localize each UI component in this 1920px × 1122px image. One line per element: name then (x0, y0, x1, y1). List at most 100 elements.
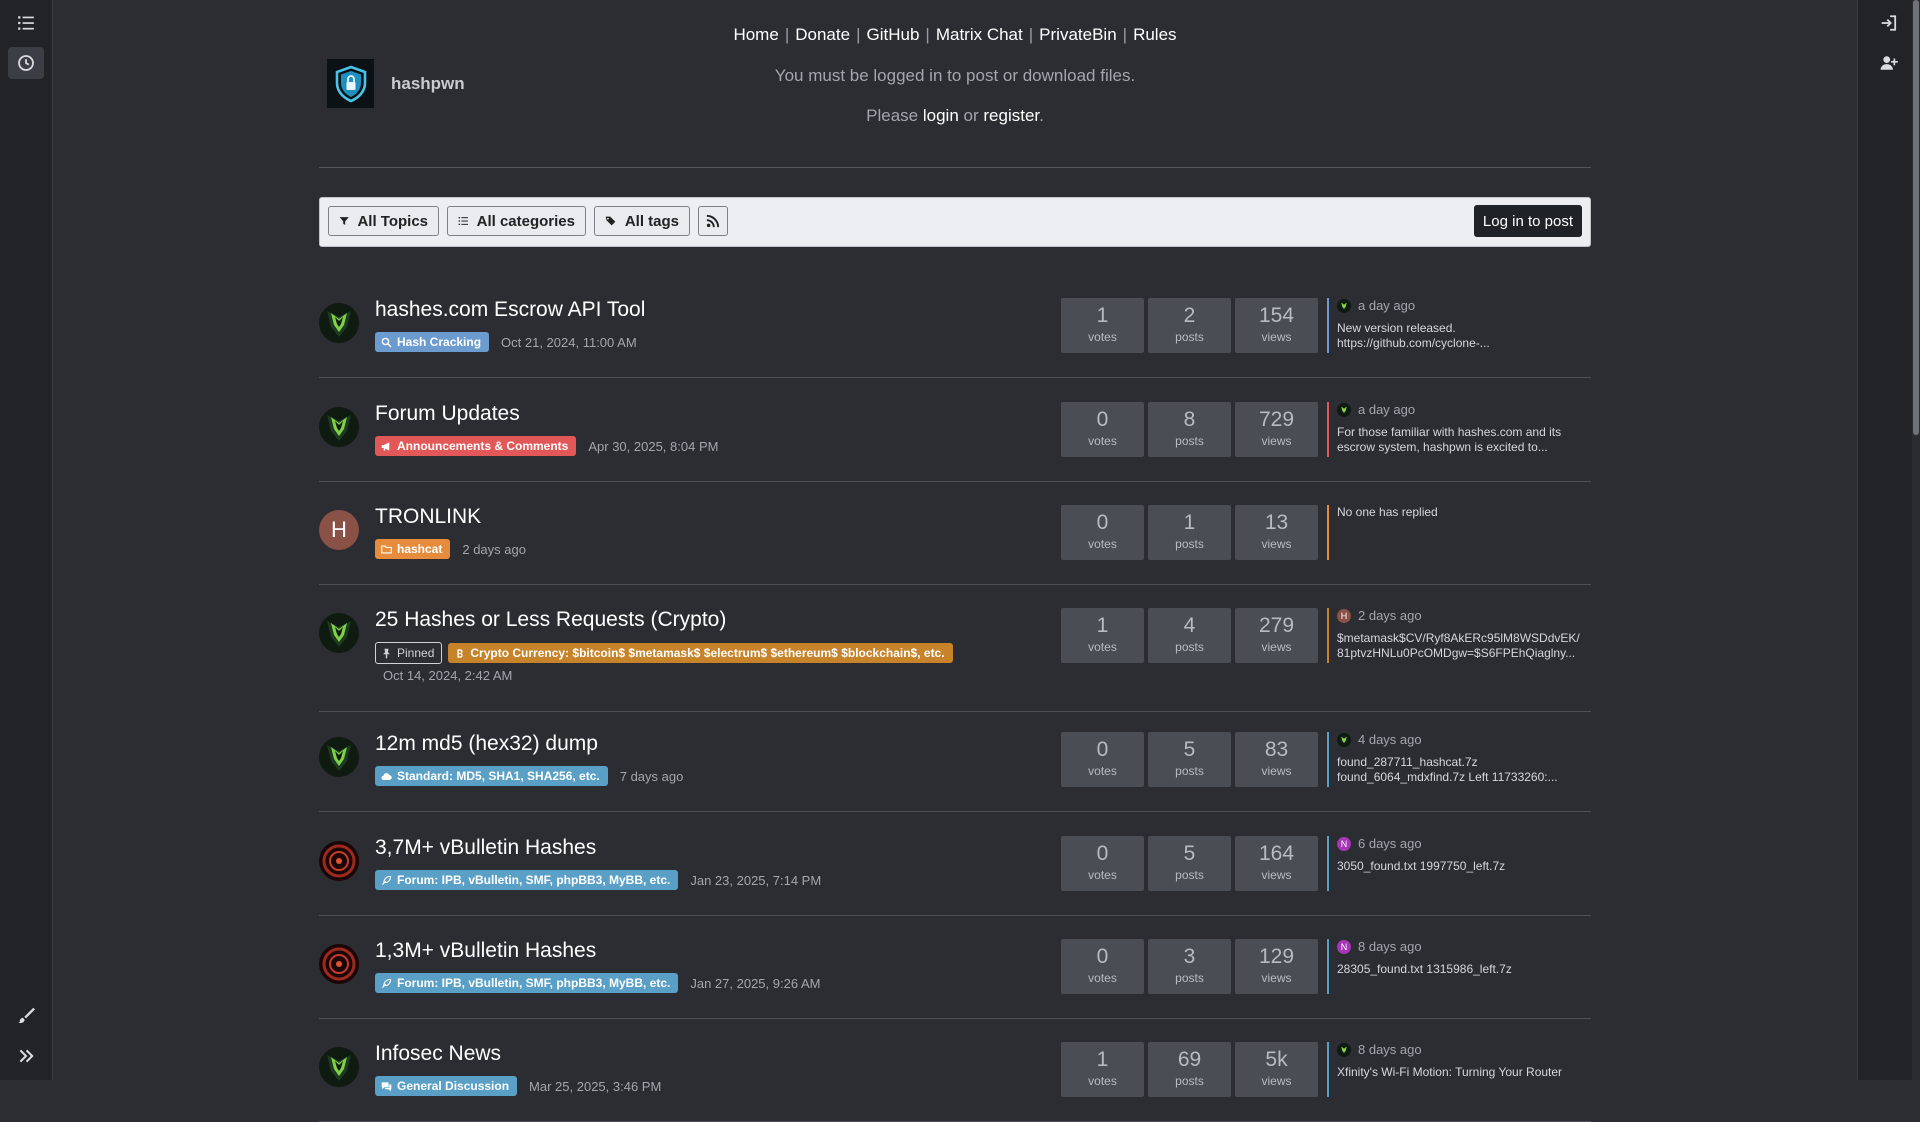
topic-row[interactable]: Forum Updates Announcements & Comments Apr… (319, 402, 1591, 482)
reply-avatar: H (1337, 608, 1351, 623)
nav-github[interactable]: GitHub (860, 25, 925, 44)
reply-preview: 28305_found.txt 1315986_left.7z (1337, 962, 1512, 976)
votes-label: votes (1088, 971, 1117, 985)
reply-time: a day ago (1358, 298, 1416, 313)
topic-title[interactable]: 12m md5 (hex32) dump (375, 732, 598, 756)
views-stat: 5k views (1235, 1042, 1318, 1097)
category-badge[interactable]: Standard: MD5, SHA1, SHA256, etc. (375, 766, 608, 786)
recent-reply[interactable]: 4 days ago found_287711_hashcat.7z found_… (1327, 732, 1592, 787)
nav-rules[interactable]: Rules (1127, 25, 1182, 44)
views-count: 729 (1258, 408, 1295, 431)
header-divider (319, 167, 1591, 168)
cloud-icon (381, 771, 397, 782)
topic-row[interactable]: hashes.com Escrow API Tool Hash Cracking O… (319, 298, 1591, 378)
author-avatar[interactable] (319, 613, 359, 653)
topic-row[interactable]: H TRONLINK hashcat 2 days ago 0 votes 1 posts 13… (319, 505, 1591, 585)
expand-chevrons-icon[interactable] (8, 1040, 44, 1072)
nav-privatebin[interactable]: PrivateBin (1033, 25, 1122, 44)
recent-reply[interactable]: 8 days ago Xfinity's Wi-Fi Motion: Turnin… (1327, 1042, 1592, 1097)
nav-donate[interactable]: Donate (789, 25, 856, 44)
votes-stat: 1 votes (1061, 1042, 1144, 1097)
author-avatar[interactable] (319, 841, 359, 881)
topic-title[interactable]: TRONLINK (375, 505, 481, 529)
votes-label: votes (1088, 764, 1117, 778)
votes-count: 1 (1096, 304, 1109, 327)
topic-title[interactable]: 3,7M+ vBulletin Hashes (375, 836, 596, 860)
votes-label: votes (1088, 434, 1117, 448)
recent-reply[interactable]: a day ago For those familiar with hashes.… (1327, 402, 1592, 457)
row-divider (319, 915, 1591, 916)
topic-title[interactable]: 25 Hashes or Less Requests (Crypto) (375, 608, 726, 632)
topic-row[interactable]: 3,7M+ vBulletin Hashes Forum: IPB, vBulle… (319, 836, 1591, 916)
log-in-to-post-button[interactable]: Log in to post (1473, 205, 1582, 237)
author-avatar[interactable] (319, 303, 359, 343)
topic-date: 7 days ago (619, 768, 684, 784)
posts-stat: 5 posts (1148, 732, 1231, 787)
topic-title[interactable]: Infosec News (375, 1042, 501, 1066)
reply-avatar: N (1337, 836, 1351, 851)
topic-meta: Pinned Crypto Currency: $bitcoin$ $metama… (375, 642, 965, 664)
all-categories-button[interactable]: All categories (447, 206, 586, 236)
recent-reply[interactable]: N 8 days ago 28305_found.txt 1315986_left.… (1327, 939, 1592, 994)
posts-stat: 1 posts (1148, 505, 1231, 560)
recent-reply[interactable]: N 6 days ago 3050_found.txt 1997750_left.7… (1327, 836, 1592, 891)
posts-label: posts (1175, 1074, 1204, 1088)
reply-avatar (1337, 298, 1351, 313)
topic-row[interactable]: 25 Hashes or Less Requests (Crypto) Pinne… (319, 608, 1591, 712)
scrollbar-track[interactable] (1912, 0, 1920, 1080)
recent-reply[interactable]: a day ago New version released. https://g… (1327, 298, 1592, 353)
row-divider (319, 481, 1591, 482)
reply-preview: New version released. https://github.com… (1337, 321, 1490, 350)
views-label: views (1261, 1074, 1292, 1088)
topics-list-icon[interactable] (8, 7, 44, 39)
topic-title[interactable]: Forum Updates (375, 402, 520, 426)
category-badge[interactable]: Announcements & Comments (375, 436, 577, 456)
author-avatar[interactable] (319, 737, 359, 777)
login-icon[interactable] (1871, 7, 1907, 39)
author-avatar[interactable] (319, 1047, 359, 1087)
category-badge[interactable]: General Discussion (375, 1076, 518, 1096)
posts-count: 8 (1183, 408, 1196, 431)
category-badge[interactable]: Hash Cracking (375, 332, 490, 352)
login-link[interactable]: login (923, 106, 959, 125)
category-badge[interactable]: Forum: IPB, vBulletin, SMF, phpBB3, MyBB… (375, 973, 679, 993)
category-badge[interactable]: hashcat (375, 539, 451, 559)
topic-date: 2 days ago (462, 541, 526, 557)
register-user-plus-icon[interactable] (1871, 47, 1907, 79)
topic-title[interactable]: hashes.com Escrow API Tool (375, 298, 645, 322)
recent-reply[interactable]: H 2 days ago $metamask$CV/Ryf8AkERc95lM8WS… (1327, 608, 1592, 663)
pinned-badge: Pinned (375, 642, 443, 664)
author-avatar[interactable]: H (319, 510, 359, 550)
views-label: views (1261, 868, 1292, 882)
views-label: views (1261, 971, 1292, 985)
nav-home[interactable]: Home (727, 25, 784, 44)
category-badge[interactable]: Forum: IPB, vBulletin, SMF, phpBB3, MyBB… (375, 870, 679, 890)
views-stat: 129 views (1235, 939, 1318, 994)
votes-label: votes (1088, 330, 1117, 344)
topic-title[interactable]: 1,3M+ vBulletin Hashes (375, 939, 596, 963)
register-link[interactable]: register (983, 106, 1039, 125)
author-avatar[interactable] (319, 407, 359, 447)
views-count: 83 (1264, 738, 1289, 761)
category-badge[interactable]: Crypto Currency: $bitcoin$ $metamask$ $e… (448, 643, 953, 663)
recent-reply[interactable]: No one has replied (1327, 505, 1592, 560)
scrollbar-thumb[interactable] (1913, 0, 1919, 435)
votes-label: votes (1088, 537, 1117, 551)
all-tags-button[interactable]: All tags (594, 206, 690, 236)
author-avatar[interactable] (319, 944, 359, 984)
reply-time: 4 days ago (1358, 732, 1422, 747)
topic-row[interactable]: 1,3M+ vBulletin Hashes Forum: IPB, vBulle… (319, 939, 1591, 1019)
recent-clock-icon[interactable] (8, 47, 44, 79)
nav-matrix-chat[interactable]: Matrix Chat (930, 25, 1029, 44)
votes-count: 0 (1096, 408, 1109, 431)
filter-icon (339, 217, 349, 225)
rss-button[interactable] (698, 206, 728, 236)
views-label: views (1261, 764, 1292, 778)
all-topics-button[interactable]: All Topics (328, 206, 439, 236)
posts-label: posts (1175, 330, 1204, 344)
reply-preview: $metamask$CV/Ryf8AkERc95lM8WSDdvEK/ 81pt… (1337, 631, 1580, 660)
topic-row[interactable]: 12m md5 (hex32) dump Standard: MD5, SHA1,… (319, 732, 1591, 812)
compose-brush-icon[interactable] (8, 999, 44, 1031)
votes-count: 0 (1096, 738, 1109, 761)
topic-row[interactable]: Infosec News General Discussion Mar 25, 20… (319, 1042, 1591, 1122)
